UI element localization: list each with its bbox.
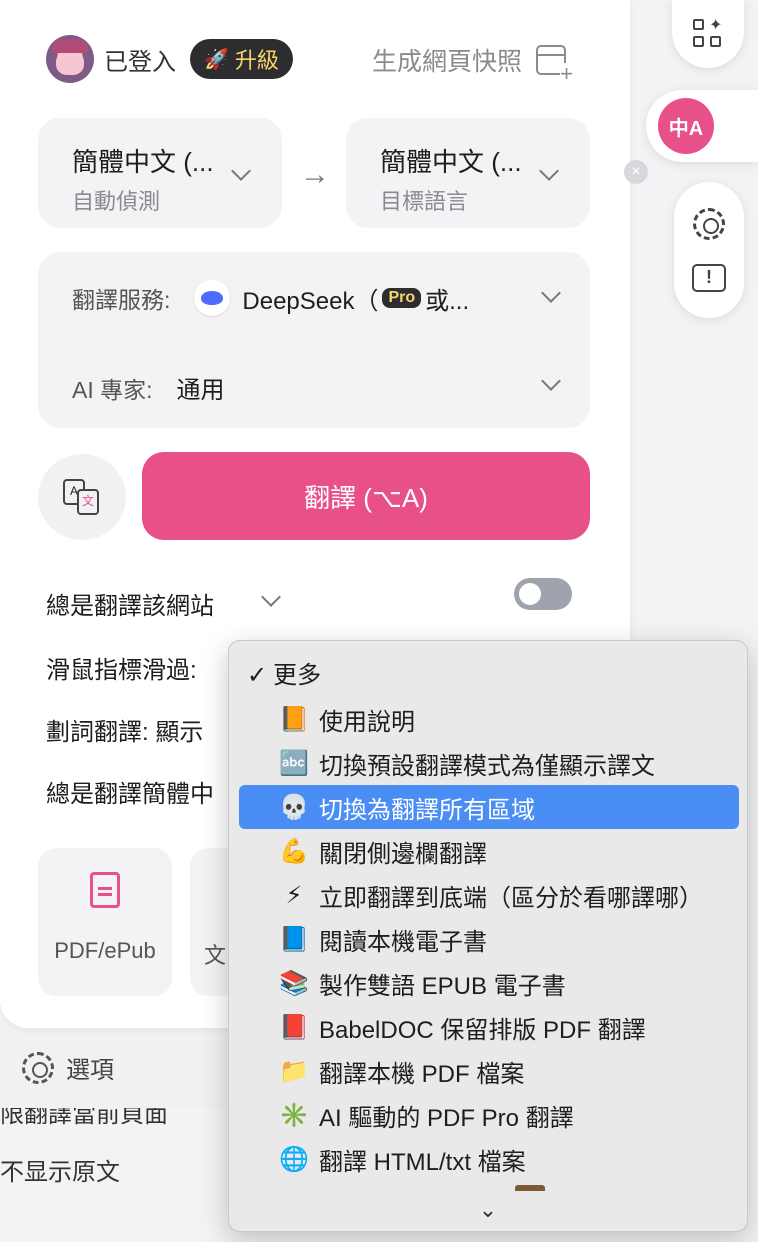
options-button[interactable]: 選項 [22, 1050, 114, 1085]
chevron-down-icon [539, 161, 559, 181]
menu-item-icon: 📕 [279, 1013, 309, 1041]
menu-item[interactable]: 💀 切換為翻譯所有區域 [239, 785, 739, 829]
avatar[interactable] [46, 35, 94, 83]
menu-item-icon: ⚡ [285, 881, 303, 909]
source-language-hint: 自動偵測 [72, 189, 161, 214]
checkmark-icon: ✓ [247, 662, 268, 689]
menu-item[interactable]: 🔤 切換預設翻譯模式為僅顯示譯文 [239, 741, 739, 785]
side-tools: ! [674, 182, 744, 318]
menu-header[interactable]: ✓ 更多 [247, 655, 321, 690]
service-settings: 翻譯服務: DeepSeek（ Pro 或... AI 專家: 通用 [38, 252, 590, 428]
chevron-down-icon[interactable] [541, 371, 561, 391]
background-text: 不显示原文 [0, 1159, 120, 1186]
pdf-epub-label: PDF/ePub [54, 938, 156, 963]
account-header: 已登入 🚀 升級 [46, 35, 293, 83]
arrow-right-icon: → [300, 158, 330, 191]
menu-item-icon: 📁 [279, 1057, 309, 1085]
snapshot-button[interactable]: 生成網頁快照 [372, 42, 574, 85]
upgrade-label: 升級 [234, 48, 279, 73]
menu-item-label: AI 驅動的 PDF Pro 翻譯 [319, 1104, 574, 1132]
hover-setting-label: 滑鼠指標滑過: [46, 657, 197, 684]
login-status: 已登入 [104, 48, 176, 76]
snapshot-label: 生成網頁快照 [372, 48, 523, 76]
pro-badge: Pro [382, 288, 422, 308]
always-translate-site-label: 總是翻譯該網站 [46, 593, 214, 620]
always-translate-language-label: 總是翻譯簡體中 [46, 781, 214, 808]
selection-translate-label: 劃詞翻譯: 顯示 [46, 719, 204, 746]
menu-item-label: 閱讀本機電子書 [319, 928, 487, 956]
translate-button[interactable]: 翻譯 (⌥A) [142, 452, 590, 540]
ai-expert-label: AI 專家: [72, 376, 153, 403]
popup-root: 限翻譯當前頁面 不显示原文 已登入 🚀 升級 生成網頁快照 簡體中文 (... … [0, 0, 758, 1242]
target-language-name: 簡體中文 (... [380, 147, 522, 177]
menu-item-icon: 🔤 [279, 749, 309, 777]
menu-item[interactable]: 📘 閱讀本機電子書 [239, 917, 739, 961]
menu-item-icon: 💀 [279, 793, 309, 821]
target-language-hint: 目標語言 [380, 189, 469, 214]
service-value: DeepSeek（ Pro 或... [194, 280, 469, 316]
apps-icon: ✦ [693, 17, 723, 49]
chevron-down-icon[interactable] [541, 283, 561, 303]
menu-item-label: 關閉側邊欄翻譯 [319, 840, 487, 868]
menu-item[interactable]: ✳️ AI 驅動的 PDF Pro 翻譯 [239, 1093, 739, 1137]
more-menu: ✓ 更多 📙 使用說明 🔤 切換預設翻譯模式為僅顯示譯文 💀 切換為翻譯所有區域 💪 關閉側邊欄… [228, 640, 748, 1232]
apps-button[interactable]: ✦ [672, 0, 744, 68]
close-icon[interactable]: × [624, 160, 648, 184]
menu-item-label: 翻譯本機 PDF 檔案 [319, 1060, 525, 1088]
menu-item-label: 製作雙語 EPUB 電子書 [319, 972, 566, 1000]
scroll-clip-icon [515, 1185, 545, 1191]
feedback-icon[interactable]: ! [692, 264, 726, 292]
menu-item-label: 切換為翻譯所有區域 [319, 796, 535, 824]
add-window-icon [536, 45, 574, 85]
menu-item-icon: 📚 [279, 969, 309, 997]
translate-float-icon: 中A [658, 98, 714, 154]
translate-float-button[interactable]: 中A [646, 90, 758, 162]
menu-item[interactable]: 📙 使用說明 [239, 697, 739, 741]
menu-item[interactable]: 🌐 翻譯 HTML/txt 檔案 [239, 1137, 739, 1181]
menu-item-icon: ✳️ [279, 1101, 309, 1129]
always-translate-toggle[interactable] [514, 578, 572, 610]
menu-item[interactable]: ⚡ 立即翻譯到底端（區分於看哪譯哪） [239, 873, 739, 917]
rocket-icon: 🚀 [204, 48, 229, 71]
document-icon [90, 872, 120, 908]
gear-icon [22, 1051, 54, 1084]
service-suffix: 或... [425, 287, 470, 315]
menu-item-label: 切換預設翻譯模式為僅顯示譯文 [319, 752, 655, 780]
service-label: 翻譯服務: [72, 287, 171, 313]
menu-item[interactable]: 📕 BabelDOC 保留排版 PDF 翻譯 [239, 1005, 739, 1049]
menu-item-label: BabelDOC 保留排版 PDF 翻譯 [319, 1016, 646, 1044]
upgrade-button[interactable]: 🚀 升級 [190, 39, 293, 79]
pdf-epub-tile[interactable]: PDF/ePub [38, 848, 172, 996]
menu-item-icon: 📙 [279, 705, 309, 733]
chevron-down-icon[interactable] [261, 587, 281, 607]
scroll-down-icon[interactable]: ⌄ [229, 1197, 747, 1223]
source-language-name: 簡體中文 (... [72, 147, 214, 177]
options-label: 選項 [66, 1057, 114, 1084]
menu-item-icon: 📘 [279, 925, 309, 953]
menu-item-label: 立即翻譯到底端（區分於看哪譯哪） [319, 884, 703, 912]
menu-item[interactable]: 📁 翻譯本機 PDF 檔案 [239, 1049, 739, 1093]
chevron-down-icon [231, 161, 251, 181]
menu-item-icon: 💪 [279, 837, 309, 865]
menu-header-label: 更多 [273, 662, 322, 689]
menu-item-label: 使用說明 [319, 708, 415, 736]
source-language-select[interactable]: 簡體中文 (... 自動偵測 [38, 118, 282, 228]
menu-item-icon: 🌐 [279, 1145, 309, 1173]
menu-item[interactable]: 💪 關閉側邊欄翻譯 [239, 829, 739, 873]
menu-item-label: 翻譯 HTML/txt 檔案 [319, 1148, 526, 1176]
ai-expert-value: 通用 [176, 377, 225, 404]
translate-icon: A 文 [63, 479, 101, 515]
translate-mode-button[interactable]: A 文 [38, 454, 126, 540]
menu-item[interactable]: 📚 製作雙語 EPUB 電子書 [239, 961, 739, 1005]
ai-expert-select[interactable]: AI 專家: 通用 [72, 370, 225, 405]
service-name: DeepSeek（ [242, 287, 379, 315]
service-select[interactable]: 翻譯服務: DeepSeek（ Pro 或... [72, 280, 469, 316]
always-translate-site[interactable]: 總是翻譯該網站 [46, 586, 214, 621]
deepseek-icon [194, 280, 231, 316]
target-language-select[interactable]: 簡體中文 (... 目標語言 [346, 118, 590, 228]
settings-icon[interactable] [693, 208, 725, 240]
